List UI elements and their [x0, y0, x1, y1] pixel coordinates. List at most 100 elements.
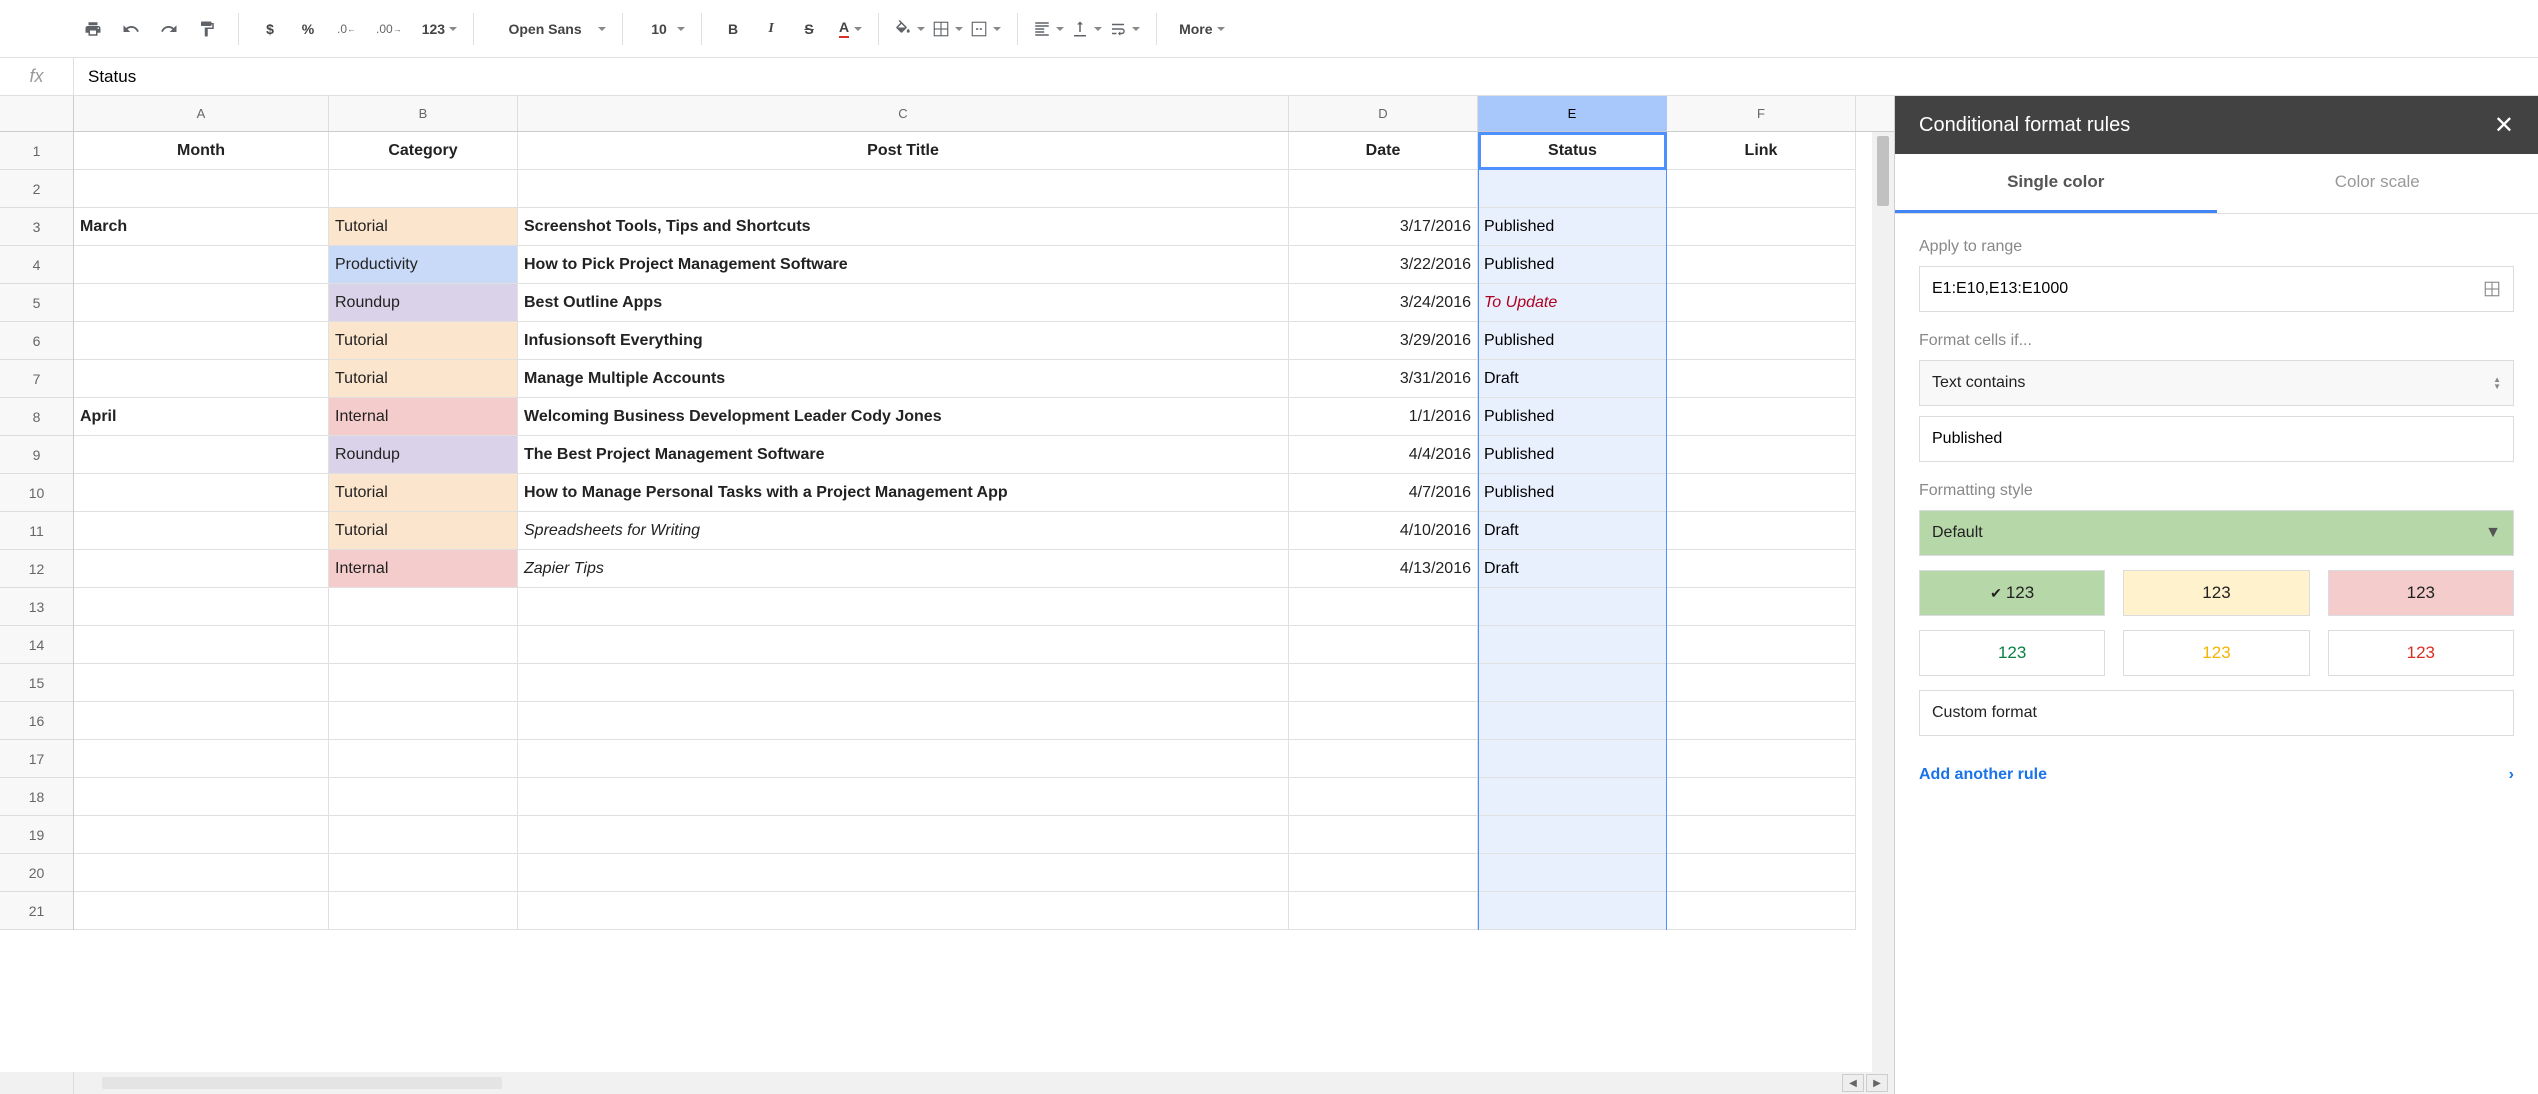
cell[interactable]: 3/29/2016 — [1289, 322, 1478, 360]
cell[interactable] — [329, 892, 518, 930]
condition-text-input[interactable] — [1919, 416, 2514, 462]
cell[interactable] — [74, 284, 329, 322]
font-size-dropdown[interactable]: 10 — [637, 12, 687, 46]
cell[interactable]: Manage Multiple Accounts — [518, 360, 1289, 398]
percent-button[interactable]: % — [291, 12, 325, 46]
scroll-right-button[interactable]: ▶ — [1866, 1074, 1888, 1092]
italic-button[interactable]: I — [754, 12, 788, 46]
cell[interactable]: Draft — [1478, 550, 1667, 588]
row-header[interactable]: 20 — [0, 854, 73, 892]
cell[interactable] — [518, 626, 1289, 664]
tab-single-color[interactable]: Single color — [1895, 154, 2217, 213]
cell[interactable] — [1667, 740, 1856, 778]
row-header[interactable]: 16 — [0, 702, 73, 740]
cell[interactable] — [518, 170, 1289, 208]
cell[interactable] — [1667, 626, 1856, 664]
cell[interactable] — [518, 702, 1289, 740]
cell[interactable]: Published — [1478, 474, 1667, 512]
cell[interactable]: April — [74, 398, 329, 436]
strikethrough-button[interactable]: S — [792, 12, 826, 46]
cell[interactable] — [518, 588, 1289, 626]
condition-text-field[interactable] — [1932, 430, 2501, 448]
row-header[interactable]: 2 — [0, 170, 73, 208]
cell[interactable] — [74, 436, 329, 474]
custom-format-button[interactable]: Custom format — [1919, 690, 2514, 736]
cell-header[interactable]: Month — [74, 132, 329, 170]
cell[interactable] — [74, 854, 329, 892]
row-header[interactable]: 4 — [0, 246, 73, 284]
cell[interactable] — [1289, 892, 1478, 930]
cell[interactable] — [518, 892, 1289, 930]
cell[interactable] — [74, 474, 329, 512]
preset-red-text[interactable]: 123 — [2328, 630, 2514, 676]
condition-select[interactable]: Text contains ▲▼ — [1919, 360, 2514, 406]
cell[interactable] — [74, 626, 329, 664]
cell-header[interactable]: Category — [329, 132, 518, 170]
text-wrap-button[interactable] — [1108, 12, 1142, 46]
cell[interactable] — [74, 816, 329, 854]
cell[interactable] — [74, 170, 329, 208]
vertical-align-button[interactable] — [1070, 12, 1104, 46]
cell[interactable] — [74, 702, 329, 740]
cell[interactable]: 3/24/2016 — [1289, 284, 1478, 322]
cell[interactable] — [1478, 588, 1667, 626]
cell[interactable] — [1478, 740, 1667, 778]
merge-cells-button[interactable] — [969, 12, 1003, 46]
increase-decimal-button[interactable]: .00→ — [368, 12, 410, 46]
currency-button[interactable]: $ — [253, 12, 287, 46]
cell[interactable] — [1478, 664, 1667, 702]
cell[interactable] — [329, 854, 518, 892]
cell-header[interactable]: Link — [1667, 132, 1856, 170]
cell[interactable]: Tutorial — [329, 512, 518, 550]
range-field[interactable] — [1932, 280, 2483, 298]
cell[interactable] — [1478, 626, 1667, 664]
cell[interactable]: Productivity — [329, 246, 518, 284]
cell[interactable]: How to Pick Project Management Software — [518, 246, 1289, 284]
cell[interactable] — [518, 778, 1289, 816]
row-header[interactable]: 12 — [0, 550, 73, 588]
formula-input[interactable] — [74, 58, 2538, 95]
row-header[interactable]: 5 — [0, 284, 73, 322]
cell[interactable] — [74, 246, 329, 284]
undo-button[interactable] — [114, 12, 148, 46]
row-header[interactable]: 18 — [0, 778, 73, 816]
cell[interactable] — [1667, 360, 1856, 398]
cell[interactable] — [1667, 892, 1856, 930]
cell[interactable]: Roundup — [329, 436, 518, 474]
col-header-D[interactable]: D — [1289, 96, 1478, 131]
cell[interactable] — [74, 588, 329, 626]
cell[interactable] — [1667, 664, 1856, 702]
cell[interactable]: 3/17/2016 — [1289, 208, 1478, 246]
row-header[interactable]: 19 — [0, 816, 73, 854]
col-header-C[interactable]: C — [518, 96, 1289, 131]
cell[interactable] — [74, 360, 329, 398]
row-header[interactable]: 6 — [0, 322, 73, 360]
cell[interactable] — [1289, 702, 1478, 740]
cell[interactable]: The Best Project Management Software — [518, 436, 1289, 474]
cell[interactable]: How to Manage Personal Tasks with a Proj… — [518, 474, 1289, 512]
cell[interactable] — [518, 740, 1289, 778]
decrease-decimal-button[interactable]: .0← — [329, 12, 364, 46]
redo-button[interactable] — [152, 12, 186, 46]
print-button[interactable] — [76, 12, 110, 46]
cell[interactable] — [1289, 816, 1478, 854]
cell[interactable]: Published — [1478, 246, 1667, 284]
cell[interactable]: Roundup — [329, 284, 518, 322]
number-format-dropdown[interactable]: 123 — [414, 12, 459, 46]
cell[interactable] — [1667, 246, 1856, 284]
range-picker-icon[interactable] — [2483, 280, 2501, 298]
cell[interactable] — [1289, 170, 1478, 208]
cell[interactable]: 4/7/2016 — [1289, 474, 1478, 512]
row-header[interactable]: 11 — [0, 512, 73, 550]
row-header[interactable]: 1 — [0, 132, 73, 170]
cell[interactable]: Infusionsoft Everything — [518, 322, 1289, 360]
cell[interactable] — [329, 170, 518, 208]
cell[interactable]: Internal — [329, 398, 518, 436]
cell[interactable] — [1667, 512, 1856, 550]
cell[interactable] — [329, 588, 518, 626]
cell[interactable] — [74, 892, 329, 930]
cell[interactable] — [1478, 854, 1667, 892]
cell[interactable] — [518, 854, 1289, 892]
row-header[interactable]: 13 — [0, 588, 73, 626]
cell[interactable]: Published — [1478, 322, 1667, 360]
